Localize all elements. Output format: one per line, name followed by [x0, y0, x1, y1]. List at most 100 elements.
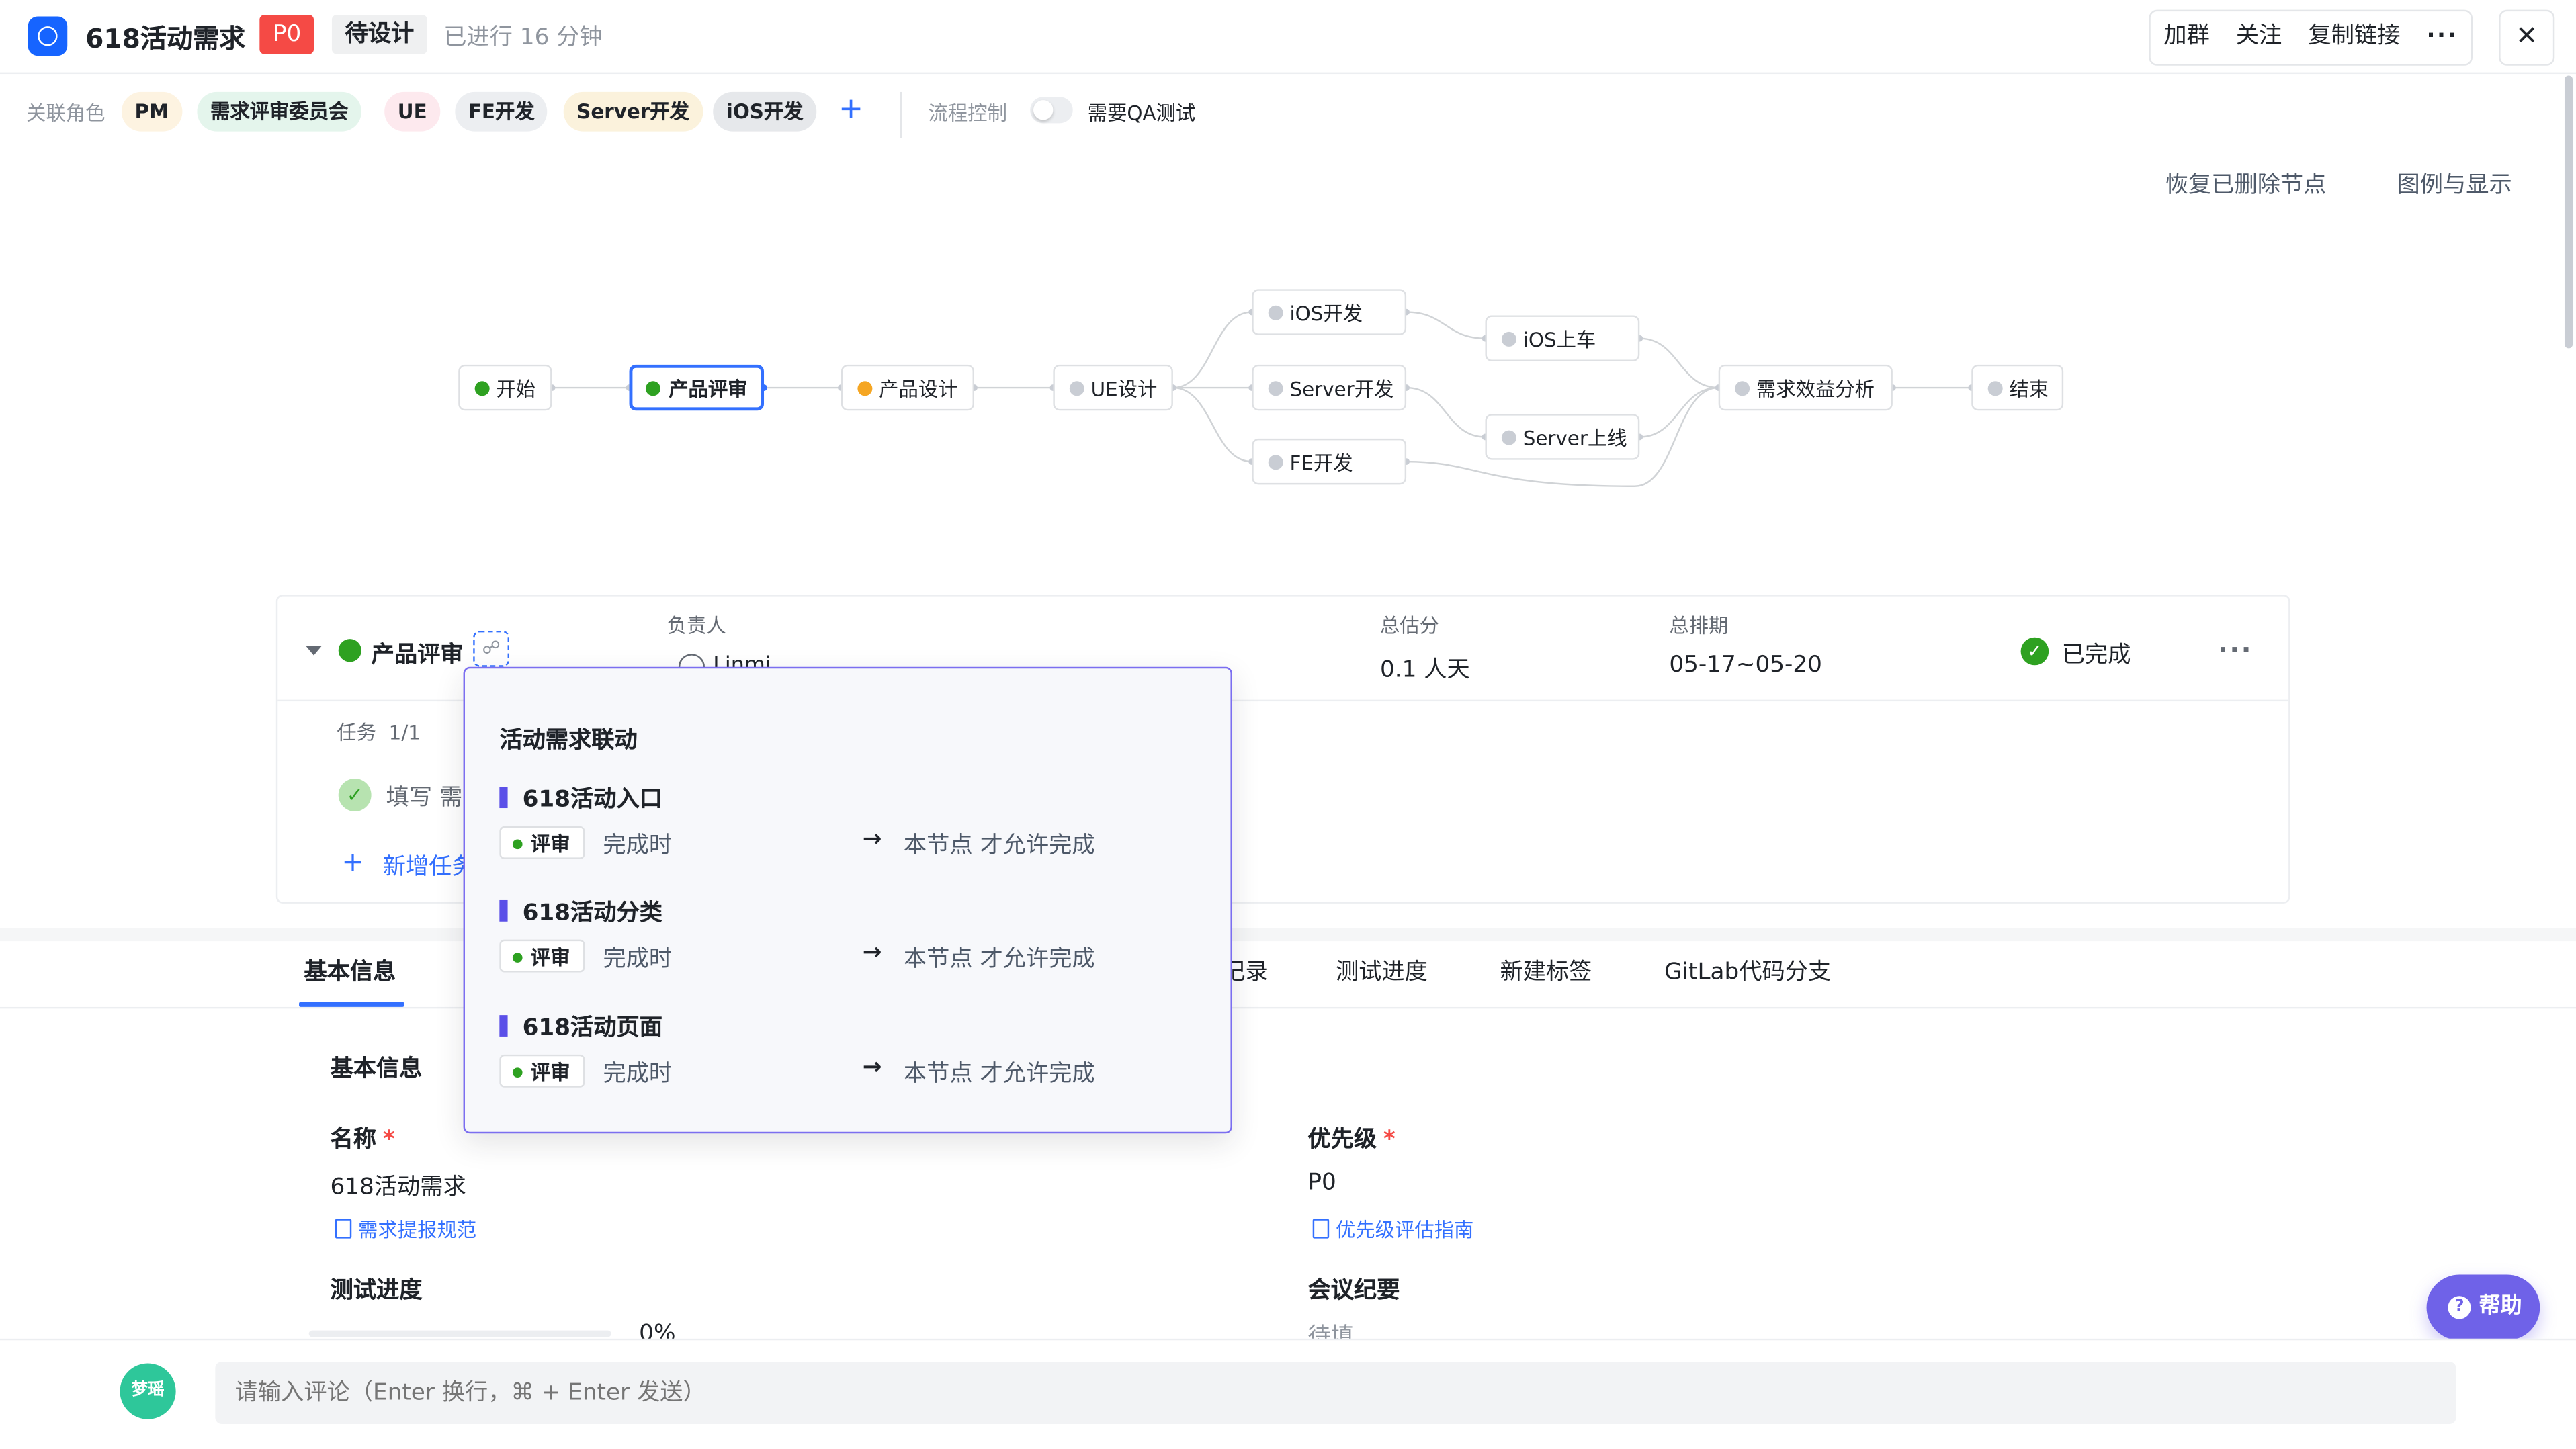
arrow-right-icon: →: [862, 1054, 882, 1081]
flow-node-end[interactable]: 结束: [1971, 364, 2064, 411]
status-dot-icon: [474, 381, 490, 396]
node-status[interactable]: 已完成: [2062, 638, 2131, 670]
arrow-right-icon: →: [862, 826, 882, 853]
linked-requirement-title[interactable]: 618活动入口: [499, 782, 662, 815]
restore-deleted-button[interactable]: 恢复已删除节点: [2165, 167, 2327, 200]
flow-node-start[interactable]: 开始: [458, 364, 552, 411]
node-label: 开始: [496, 378, 536, 401]
owner-label: 负责人: [667, 614, 726, 638]
flow-node-product-review[interactable]: 产品评审: [629, 364, 765, 411]
node-tag: 评审: [499, 939, 585, 973]
status-dot-icon: [1069, 381, 1084, 396]
page-title: 618活动需求: [85, 23, 246, 54]
linkage-icon[interactable]: ☍: [473, 630, 510, 667]
help-button[interactable]: ? 帮助: [2426, 1274, 2540, 1341]
qa-toggle-label: 需要QA测试: [1087, 101, 1196, 125]
more-icon[interactable]: ···: [2218, 634, 2253, 665]
flow-node-server-launch[interactable]: Server上线: [1485, 414, 1640, 460]
schedule-label: 总排期: [1669, 614, 1729, 638]
check-circle-icon: ✓: [2020, 637, 2049, 666]
result-text: 本节点 才允许完成: [903, 946, 1095, 973]
node-label: 结束: [2009, 378, 2049, 401]
node-label: 需求效益分析: [1756, 378, 1875, 401]
plus-icon[interactable]: +: [342, 846, 364, 877]
follow-button[interactable]: 关注: [2223, 11, 2295, 64]
doc-icon: [1312, 1219, 1330, 1239]
node-tag: 评审: [499, 826, 585, 859]
name-field-value[interactable]: 618活动需求: [330, 1170, 466, 1202]
doc-icon: [335, 1219, 352, 1239]
flow-node-product-design[interactable]: 产品设计: [841, 364, 975, 411]
linked-requirement-title[interactable]: 618活动页面: [499, 1010, 662, 1043]
tab-test-progress[interactable]: 测试进度: [1336, 955, 1428, 987]
status-dot-icon: [1987, 381, 2003, 396]
role-chip-server[interactable]: Server开发: [563, 91, 703, 132]
linked-requirement-name: 618活动入口: [522, 787, 662, 814]
priority-badge: P0: [259, 15, 314, 54]
popover-title: 活动需求联动: [499, 728, 638, 754]
tab-basic-info[interactable]: 基本信息: [304, 955, 396, 987]
status-dot-icon: [645, 381, 660, 396]
role-chip-fe[interactable]: FE开发: [455, 91, 548, 132]
header-bar: 618活动需求 P0 待设计 已进行 16 分钟 加群 关注 复制链接 ··· …: [0, 0, 2576, 75]
requirement-icon: [28, 16, 68, 56]
name-field-label: 名称 *: [330, 1127, 395, 1153]
node-label: FE开发: [1289, 451, 1353, 475]
collapse-caret-icon[interactable]: [305, 645, 323, 656]
status-dot-icon: [857, 381, 873, 396]
flow-node-server-dev[interactable]: Server开发: [1252, 364, 1407, 411]
comment-input[interactable]: [215, 1362, 2456, 1424]
add-role-icon[interactable]: +: [831, 92, 871, 132]
estimate-label: 总估分: [1379, 614, 1440, 638]
close-icon[interactable]: ✕: [2499, 9, 2555, 66]
flow-node-benefit-analysis[interactable]: 需求效益分析: [1718, 364, 1893, 411]
new-task-button[interactable]: 新增任务: [383, 849, 475, 882]
copy-link-button[interactable]: 复制链接: [2295, 11, 2413, 64]
linked-requirement-name: 618活动分类: [522, 899, 662, 927]
role-chip-pm[interactable]: PM: [121, 91, 182, 132]
priority-field-value[interactable]: P0: [1307, 1170, 1336, 1196]
node-label: iOS上车: [1522, 328, 1596, 352]
app-window: 618活动需求 P0 待设计 已进行 16 分钟 加群 关注 复制链接 ··· …: [0, 0, 2576, 1449]
node-label: 产品设计: [879, 378, 958, 401]
section-title: 基本信息: [330, 1056, 423, 1083]
section-separator: [0, 928, 2576, 942]
active-tab-indicator: [299, 1002, 404, 1007]
condition-text: 完成时: [603, 832, 673, 859]
more-icon[interactable]: ···: [2413, 11, 2471, 64]
join-group-button[interactable]: 加群: [2151, 11, 2223, 64]
status-dot-icon: [1501, 430, 1516, 445]
scroll-thumb[interactable]: [2564, 75, 2573, 349]
status-badge[interactable]: 待设计: [331, 15, 427, 54]
estimate-value: 0.1 人天: [1379, 657, 1470, 684]
submission-guide-link[interactable]: 需求提报规范: [335, 1215, 476, 1243]
priority-guide-link[interactable]: 优先级评估指南: [1312, 1215, 1474, 1243]
avatar: 梦瑶: [120, 1363, 176, 1419]
node-label: 产品评审: [669, 378, 748, 401]
role-chip-review-committee[interactable]: 需求评审委员会: [197, 91, 361, 132]
legend-display-button[interactable]: 图例与显示: [2397, 167, 2512, 200]
priority-label-text: 优先级: [1307, 1127, 1377, 1153]
tab-gitlab-branch[interactable]: GitLab代码分支: [1664, 955, 1831, 987]
status-dot-icon: [1501, 331, 1516, 347]
priority-field-label: 优先级 *: [1307, 1127, 1396, 1153]
flow-node-fe-dev[interactable]: FE开发: [1252, 438, 1407, 485]
qa-toggle[interactable]: [1030, 97, 1073, 124]
tab-new-label[interactable]: 新建标签: [1500, 955, 1592, 987]
task-check-icon[interactable]: ✓: [338, 779, 372, 811]
scrollbar[interactable]: [2561, 73, 2576, 1339]
status-dot-icon: [1268, 455, 1283, 470]
flow-node-ios-launch[interactable]: iOS上车: [1485, 315, 1640, 361]
linked-requirement-title[interactable]: 618活动分类: [499, 895, 662, 928]
condition-text: 完成时: [603, 1061, 673, 1088]
role-chip-ios[interactable]: iOS开发: [713, 91, 817, 132]
link-text: 优先级评估指南: [1335, 1219, 1474, 1242]
result-text: 本节点 才允许完成: [903, 832, 1095, 859]
flow-node-ios-dev[interactable]: iOS开发: [1252, 289, 1407, 335]
flow-node-ue-design[interactable]: UE设计: [1053, 364, 1173, 411]
role-chip-ue[interactable]: UE: [384, 91, 441, 132]
comment-bar: 梦瑶: [0, 1338, 2576, 1449]
tasks-label-text: 任务: [337, 721, 376, 744]
node-name: 产品评审: [371, 642, 464, 669]
arrow-right-icon: →: [862, 939, 882, 966]
